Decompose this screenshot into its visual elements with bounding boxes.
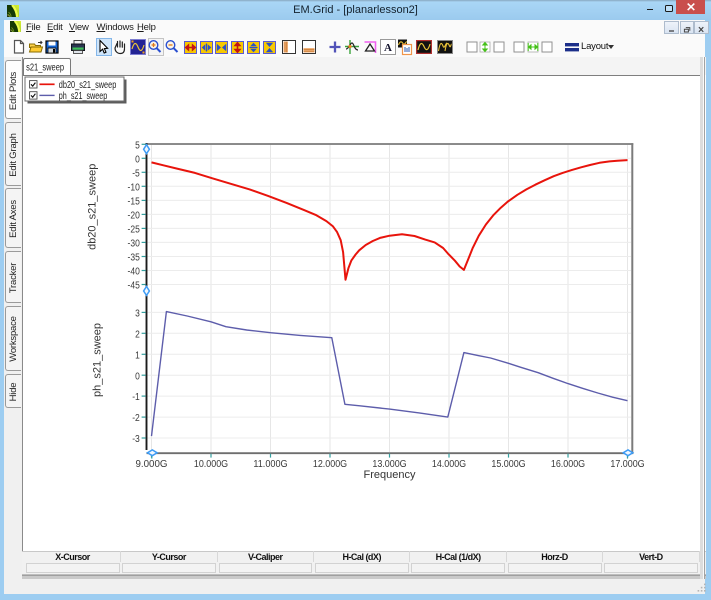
svg-text:-10: -10	[128, 182, 141, 193]
svg-text:11.000G: 11.000G	[253, 459, 287, 470]
svg-text:-45: -45	[128, 281, 141, 292]
svg-text:-25: -25	[128, 225, 141, 236]
svg-text:-30: -30	[128, 239, 141, 250]
svg-text:0: 0	[135, 154, 140, 165]
svg-text:-20: -20	[128, 211, 141, 222]
svg-text:s21_sweep: s21_sweep	[26, 63, 64, 74]
svg-text:ph_s21_sweep: ph_s21_sweep	[59, 91, 108, 102]
svg-text:-3: -3	[132, 434, 140, 445]
svg-text:17.000G: 17.000G	[610, 459, 644, 470]
svg-text:0: 0	[135, 371, 140, 382]
svg-text:-40: -40	[128, 267, 141, 278]
svg-text:-5: -5	[132, 168, 140, 179]
svg-text:1: 1	[135, 350, 140, 361]
svg-text:2: 2	[135, 329, 140, 340]
svg-text:Frequency: Frequency	[364, 469, 416, 481]
svg-text:-35: -35	[128, 253, 141, 264]
svg-text:-15: -15	[128, 197, 141, 208]
svg-text:12.000G: 12.000G	[313, 459, 347, 470]
svg-text:15.000G: 15.000G	[491, 459, 525, 470]
svg-text:16.000G: 16.000G	[551, 459, 585, 470]
svg-text:-2: -2	[132, 413, 140, 424]
svg-text:14.000G: 14.000G	[432, 459, 466, 470]
svg-text:db20_s21_sweep: db20_s21_sweep	[86, 164, 98, 250]
svg-text:3: 3	[135, 309, 140, 320]
svg-text:5: 5	[135, 140, 140, 151]
svg-text:10.000G: 10.000G	[194, 459, 228, 470]
svg-text:A: A	[384, 42, 392, 54]
svg-text:9.000G: 9.000G	[136, 459, 168, 470]
svg-text:ph_s21_sweep: ph_s21_sweep	[91, 323, 103, 397]
svg-text:-1: -1	[132, 392, 140, 403]
svg-text:db20_s21_sweep: db20_s21_sweep	[59, 80, 117, 91]
